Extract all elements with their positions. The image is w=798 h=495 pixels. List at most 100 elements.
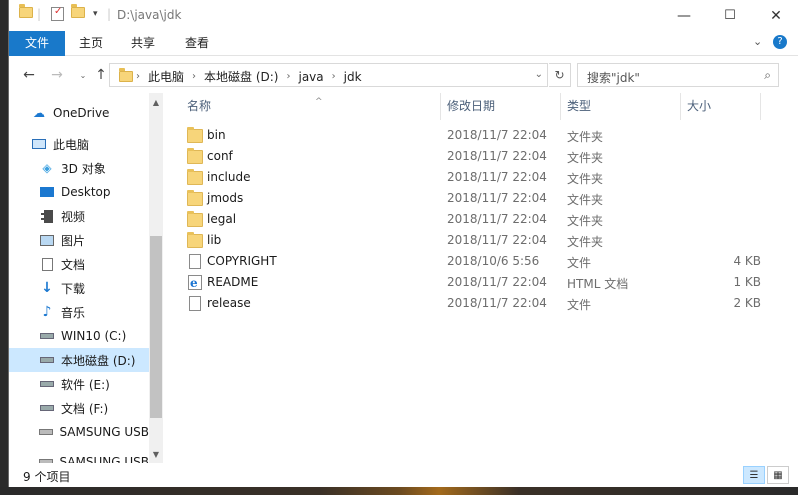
address-bar[interactable]: › 此电脑 › 本地磁盘 (D:) › java › jdk ⌄ [109, 63, 548, 87]
forward-button[interactable]: → [47, 65, 67, 85]
nav-scrollbar[interactable]: ▲ ▼ [149, 93, 163, 463]
nav-item-drive-c[interactable]: WIN10 (C:) [9, 324, 149, 348]
drive-icon [39, 376, 55, 392]
column-divider[interactable] [560, 93, 561, 120]
qa-separator: | [37, 7, 42, 21]
search-input[interactable]: 搜索"jdk" ⌕ [577, 63, 779, 87]
usb-drive-icon [39, 454, 54, 463]
title-bar: | ✓ ▾ | D:\java\jdk — ☐ ✕ [9, 0, 798, 31]
properties-icon[interactable]: ✓ [51, 6, 64, 21]
sort-up-icon: ^ [315, 97, 323, 107]
refresh-button[interactable]: ↻ [549, 63, 571, 87]
nav-item-pictures[interactable]: 图片 [9, 228, 149, 252]
nav-item-drive-f[interactable]: 文档 (F:) [9, 396, 149, 420]
window-folder-icon [19, 4, 33, 18]
document-icon [39, 256, 55, 272]
folder-icon [187, 169, 203, 185]
tab-file[interactable]: 文件 [9, 31, 65, 56]
file-row[interactable]: include 2018/11/7 22:04 文件夹 [177, 167, 798, 188]
chevron-right-icon[interactable]: › [332, 71, 336, 82]
crumb-jdk[interactable]: jdk [344, 70, 362, 84]
nav-item-videos[interactable]: 视频 [9, 204, 149, 228]
tab-view[interactable]: 查看 [171, 31, 223, 56]
file-list: 名称 ^ 修改日期 类型 大小 bin 2018/11/7 22:04 文件夹 … [177, 93, 798, 463]
maximize-button[interactable]: ☐ [707, 0, 753, 31]
column-divider[interactable] [680, 93, 681, 120]
large-icons-view-button[interactable]: ▦ [767, 466, 789, 484]
nav-item-samsung-usb-2[interactable]: SAMSUNG USB [9, 450, 149, 463]
file-row[interactable]: jmods 2018/11/7 22:04 文件夹 [177, 188, 798, 209]
nav-item-3d-objects[interactable]: ◈ 3D 对象 [9, 156, 149, 180]
file-row[interactable]: bin 2018/11/7 22:04 文件夹 [177, 125, 798, 146]
nav-item-this-pc[interactable]: 此电脑 [9, 132, 149, 156]
crumb-this-pc[interactable]: 此电脑 [148, 68, 184, 85]
nav-item-onedrive[interactable]: ☁ OneDrive [9, 101, 149, 125]
tab-share[interactable]: 共享 [117, 31, 169, 56]
nav-item-drive-e[interactable]: 软件 (E:) [9, 372, 149, 396]
scrollbar-thumb[interactable] [150, 236, 162, 418]
column-header-type[interactable]: 类型 [567, 93, 677, 120]
folder-icon [187, 211, 203, 227]
nav-item-samsung-usb[interactable]: SAMSUNG USB [9, 420, 149, 444]
folder-icon [119, 68, 133, 82]
help-icon[interactable]: ? [773, 35, 787, 49]
navigation-pane: ☁ OneDrive 此电脑 ◈ 3D 对象 Desktop 视频 图片 文档 … [9, 93, 163, 463]
drive-icon [39, 328, 55, 344]
search-icon[interactable]: ⌕ [764, 68, 771, 83]
file-row[interactable]: legal 2018/11/7 22:04 文件夹 [177, 209, 798, 230]
scroll-up-icon[interactable]: ▲ [149, 95, 163, 109]
column-header-date[interactable]: 修改日期 [447, 93, 557, 120]
desktop-icon [39, 184, 55, 200]
drive-icon [39, 400, 55, 416]
navigation-bar: ← → ⌄ ↑ › 此电脑 › 本地磁盘 (D:) › java › jdk ⌄… [9, 56, 798, 93]
music-icon: ♪ [42, 304, 52, 320]
computer-icon [31, 136, 47, 152]
folder-icon [187, 148, 203, 164]
download-icon: ↓ [41, 280, 53, 296]
desktop-background-left [0, 0, 8, 495]
desktop-background-bottom [0, 487, 798, 495]
chevron-down-icon[interactable]: ⌄ [753, 35, 762, 48]
new-folder-icon[interactable] [71, 4, 85, 18]
tab-home[interactable]: 主页 [65, 31, 117, 56]
chevron-right-icon: › [136, 71, 140, 82]
chevron-right-icon[interactable]: › [192, 71, 196, 82]
nav-item-desktop[interactable]: Desktop [9, 180, 149, 204]
file-row[interactable]: release 2018/11/7 22:04 文件 2 KB [177, 293, 798, 314]
nav-item-downloads[interactable]: ↓ 下载 [9, 276, 149, 300]
usb-drive-icon [39, 424, 54, 440]
crumb-java[interactable]: java [298, 70, 323, 84]
html-file-icon: e [188, 275, 202, 290]
address-history-icon[interactable]: ⌄ [535, 69, 543, 80]
folder-icon [187, 190, 203, 206]
file-row[interactable]: COPYRIGHT 2018/10/6 5:56 文件 4 KB [177, 251, 798, 272]
crumb-drive-d[interactable]: 本地磁盘 (D:) [204, 68, 278, 85]
up-button[interactable]: ↑ [91, 65, 111, 85]
nav-item-drive-d[interactable]: 本地磁盘 (D:) [9, 348, 149, 372]
explorer-window: | ✓ ▾ | D:\java\jdk — ☐ ✕ 文件 主页 共享 查看 ⌄ … [8, 0, 798, 487]
column-header-size[interactable]: 大小 [687, 93, 747, 120]
qa-customize-icon[interactable]: ▾ [93, 9, 98, 19]
column-divider[interactable] [440, 93, 441, 120]
minimize-button[interactable]: — [661, 0, 707, 31]
file-icon [189, 296, 201, 311]
close-button[interactable]: ✕ [753, 0, 798, 31]
drive-icon [39, 352, 55, 368]
column-divider[interactable] [760, 93, 761, 120]
picture-icon [39, 232, 55, 248]
scroll-down-icon[interactable]: ▼ [149, 447, 163, 461]
column-header-name[interactable]: 名称 ^ [187, 93, 437, 120]
status-bar: 9 个项目 ☰ ▦ [9, 463, 798, 487]
search-placeholder: 搜索"jdk" [587, 71, 640, 85]
file-row[interactable]: conf 2018/11/7 22:04 文件夹 [177, 146, 798, 167]
recent-locations-button[interactable]: ⌄ [73, 65, 93, 85]
chevron-right-icon[interactable]: › [286, 71, 290, 82]
back-button[interactable]: ← [19, 65, 39, 85]
file-row[interactable]: lib 2018/11/7 22:04 文件夹 [177, 230, 798, 251]
nav-item-documents[interactable]: 文档 [9, 252, 149, 276]
breadcrumb: › 此电脑 › 本地磁盘 (D:) › java › jdk [136, 68, 362, 85]
details-view-button[interactable]: ☰ [743, 466, 765, 484]
nav-item-music[interactable]: ♪ 音乐 [9, 300, 149, 324]
cloud-icon: ☁ [33, 106, 45, 120]
file-row[interactable]: e README 2018/11/7 22:04 HTML 文档 1 KB [177, 272, 798, 293]
